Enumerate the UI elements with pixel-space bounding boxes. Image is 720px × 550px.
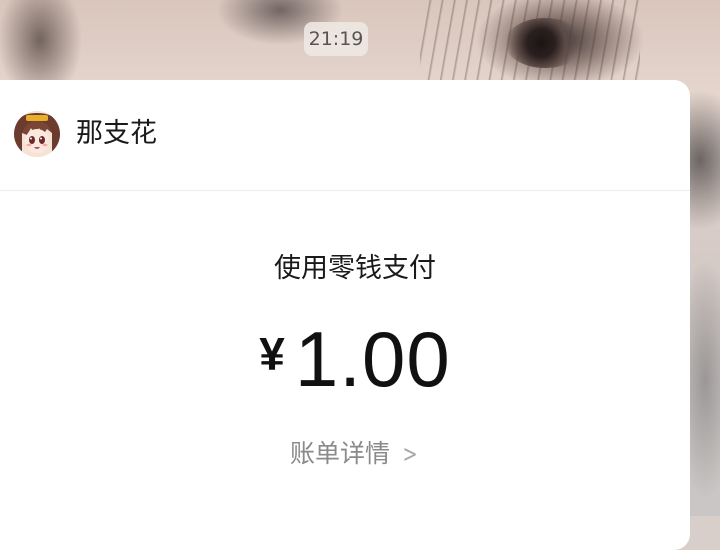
message-timestamp: 21:19 xyxy=(304,22,368,56)
amount-value: 1.00 xyxy=(294,315,451,403)
avatar[interactable] xyxy=(14,111,60,157)
payee-header: 那支花 xyxy=(0,80,690,191)
currency-symbol: ¥ xyxy=(259,328,285,380)
transfer-card: 那支花 使用零钱支付 ¥1.00 账单详情 > xyxy=(0,80,690,550)
transfer-amount: ¥1.00 xyxy=(0,314,690,405)
bill-details-link[interactable]: 账单详情 > xyxy=(0,434,690,470)
wallpaper-detail xyxy=(505,18,585,68)
bill-details-label: 账单详情 xyxy=(289,439,390,468)
payee-name: 那支花 xyxy=(76,118,157,149)
anime-girl-avatar-icon xyxy=(14,111,60,157)
payment-method-label: 使用零钱支付 xyxy=(274,253,436,284)
chevron-right-icon: > xyxy=(402,440,418,468)
